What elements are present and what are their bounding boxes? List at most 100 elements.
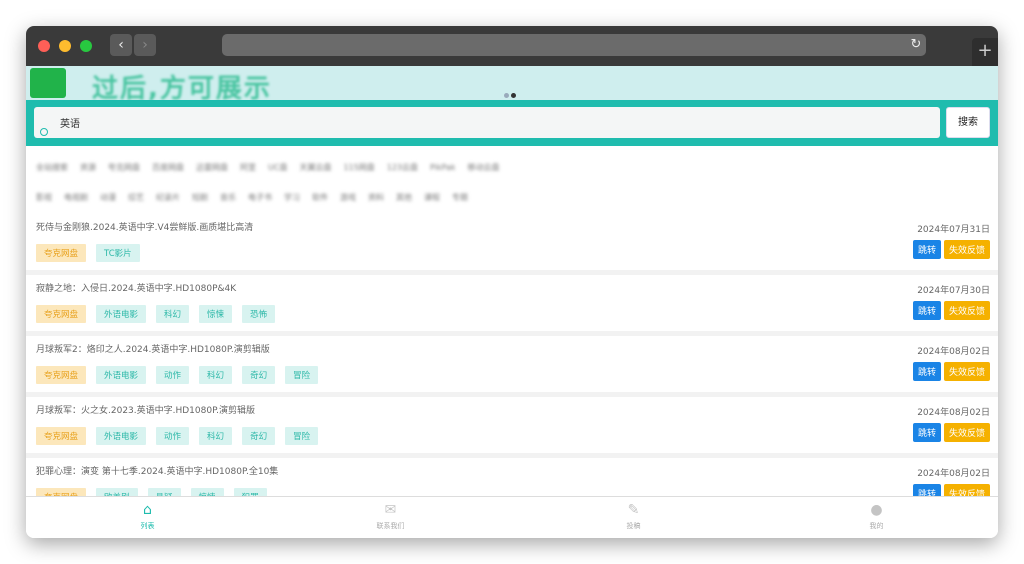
- tab-label: 我的: [869, 522, 884, 530]
- item-title[interactable]: 犯罪心理：演变 第十七季.2024.英语中字.HD1080P.全10集: [36, 464, 988, 477]
- filter-chip[interactable]: 夸克网盘: [108, 162, 140, 173]
- filter-chip[interactable]: 软件: [312, 192, 328, 203]
- filter-chip[interactable]: 资料: [368, 192, 384, 203]
- filter-chip[interactable]: 阿里: [240, 162, 256, 173]
- page-content: 过后,方可展示 搜索 全站搜索资源夸克网盘百度网盘迅雷网盘阿里UC盘天翼云盘11…: [26, 66, 998, 538]
- item-tag[interactable]: 夸克网盘: [36, 427, 87, 445]
- filter-row-category: 影视 电视剧 动漫 综艺 纪录片 短剧 音乐 电子书 学习 软件 游戏 资料 其他 课程 专题: [36, 182, 988, 212]
- report-invalid-button[interactable]: 失效反馈: [943, 240, 990, 259]
- list-item[interactable]: 月球叛军：火之女.2023.英语中字.HD1080P.演剪辑版 2024年08月0…: [26, 397, 998, 453]
- item-tag[interactable]: 科幻: [199, 366, 233, 384]
- item-tag[interactable]: 恐怖: [242, 305, 276, 323]
- filter-chip[interactable]: 电视剧: [64, 192, 88, 203]
- maximize-window-button[interactable]: [80, 40, 92, 52]
- reload-icon[interactable]: ↻: [906, 34, 926, 56]
- jump-button[interactable]: 跳转: [912, 301, 941, 320]
- item-tag[interactable]: 奇幻: [242, 366, 276, 384]
- jump-button[interactable]: 跳转: [912, 423, 941, 442]
- report-invalid-button[interactable]: 失效反馈: [943, 301, 990, 320]
- jump-button[interactable]: 跳转: [912, 362, 941, 381]
- item-tag[interactable]: 夸克网盘: [36, 244, 87, 262]
- filter-chip[interactable]: 短剧: [192, 192, 208, 203]
- item-title[interactable]: 月球叛军2：烙印之人.2024.英语中字.HD1080P.演剪辑版: [36, 342, 988, 355]
- list-item[interactable]: 死侍与金刚狼.2024.英语中字.V4尝鲜版.画质堪比高清 2024年07月31日…: [26, 214, 998, 270]
- filter-chip[interactable]: 迅雷网盘: [196, 162, 228, 173]
- filter-chip[interactable]: 影视: [36, 192, 52, 203]
- report-invalid-button[interactable]: 失效反馈: [943, 362, 990, 381]
- tab-user[interactable]: ● 我的: [755, 497, 998, 538]
- filter-panel: 全站搜索 资源 夸克网盘 百度网盘 迅雷网盘 阿里 UC盘 天翼云盘 115网盘 123云盘 Pik…: [26, 146, 998, 214]
- address-bar[interactable]: [222, 34, 926, 56]
- filter-chip[interactable]: 115网盘: [343, 162, 374, 173]
- edit-icon: ✎: [627, 502, 640, 518]
- item-tag[interactable]: 冒险: [285, 366, 319, 384]
- result-list: 死侍与金刚狼.2024.英语中字.V4尝鲜版.画质堪比高清 2024年07月31日…: [26, 214, 998, 514]
- filter-chip[interactable]: 资源: [80, 162, 96, 173]
- filter-chip[interactable]: 电子书: [248, 192, 272, 203]
- tab-home[interactable]: ⌂ 列表: [26, 497, 269, 538]
- list-item[interactable]: 寂静之地：入侵日.2024.英语中字.HD1080P&4K 2024年07月30日…: [26, 275, 998, 331]
- banner-dot-active[interactable]: [511, 93, 516, 98]
- filter-chip[interactable]: 全站搜索: [36, 162, 68, 173]
- filter-chip[interactable]: 专题: [452, 192, 468, 203]
- item-tag[interactable]: 动作: [156, 366, 190, 384]
- filter-row-source: 全站搜索 资源 夸克网盘 百度网盘 迅雷网盘 阿里 UC盘 天翼云盘 115网盘 123云盘 Pik…: [36, 152, 988, 182]
- back-button[interactable]: ‹: [110, 34, 132, 56]
- search-button[interactable]: 搜索: [946, 107, 990, 138]
- filter-chip[interactable]: 综艺: [128, 192, 144, 203]
- bottom-tab-bar: ⌂ 列表 ✉ 联系我们 ✎ 投稿 ● 我的: [26, 496, 998, 538]
- item-tags: 夸克网盘 外语电影 动作 科幻 奇幻 冒险: [36, 427, 328, 445]
- filter-chip[interactable]: 天翼云盘: [299, 162, 331, 173]
- item-date: 2024年07月31日: [917, 225, 990, 235]
- filter-chip[interactable]: 动漫: [100, 192, 116, 203]
- tab-label: 列表: [140, 522, 155, 530]
- item-tag[interactable]: 外语电影: [96, 305, 147, 323]
- filter-chip[interactable]: PikPak: [430, 163, 456, 172]
- filter-chip[interactable]: 百度网盘: [152, 162, 184, 173]
- item-title[interactable]: 死侍与金刚狼.2024.英语中字.V4尝鲜版.画质堪比高清: [36, 220, 988, 233]
- item-date: 2024年07月30日: [917, 286, 990, 296]
- item-date: 2024年08月02日: [917, 347, 990, 357]
- item-tags: 夸克网盘 外语电影 科幻 惊悚 恐怖: [36, 305, 285, 323]
- item-tag[interactable]: 夸克网盘: [36, 305, 87, 323]
- forward-button[interactable]: ›: [134, 34, 156, 56]
- filter-chip[interactable]: 123云盘: [387, 162, 418, 173]
- tab-label: 联系我们: [376, 522, 405, 530]
- item-title[interactable]: 月球叛军：火之女.2023.英语中字.HD1080P.演剪辑版: [36, 403, 988, 416]
- search-bar: 搜索: [26, 100, 998, 146]
- new-tab-button[interactable]: +: [972, 38, 998, 66]
- item-title[interactable]: 寂静之地：入侵日.2024.英语中字.HD1080P&4K: [36, 281, 988, 294]
- item-tag[interactable]: 外语电影: [96, 427, 147, 445]
- tab-edit[interactable]: ✎ 投稿: [512, 497, 755, 538]
- item-tag[interactable]: 科幻: [199, 427, 233, 445]
- list-item[interactable]: 月球叛军2：烙印之人.2024.英语中字.HD1080P.演剪辑版 2024年08…: [26, 336, 998, 392]
- close-window-button[interactable]: [38, 40, 50, 52]
- filter-chip[interactable]: 纪录片: [156, 192, 180, 203]
- filter-chip[interactable]: 课程: [424, 192, 440, 203]
- filter-chip[interactable]: 音乐: [220, 192, 236, 203]
- tab-mail[interactable]: ✉ 联系我们: [269, 497, 512, 538]
- report-invalid-button[interactable]: 失效反馈: [943, 423, 990, 442]
- user-icon: ●: [870, 502, 883, 518]
- filter-chip[interactable]: 移动云盘: [468, 162, 500, 173]
- filter-chip[interactable]: 学习: [284, 192, 300, 203]
- item-tag[interactable]: 夸克网盘: [36, 366, 87, 384]
- item-tag[interactable]: 奇幻: [242, 427, 276, 445]
- item-actions: 跳转 失效反馈: [912, 240, 990, 259]
- item-tag[interactable]: 科幻: [156, 305, 190, 323]
- banner-dot[interactable]: [504, 93, 509, 98]
- item-tag[interactable]: 冒险: [285, 427, 319, 445]
- filter-chip[interactable]: 其他: [396, 192, 412, 203]
- item-tag[interactable]: 外语电影: [96, 366, 147, 384]
- filter-chip[interactable]: UC盘: [268, 162, 287, 173]
- item-tag[interactable]: 动作: [156, 427, 190, 445]
- filter-chip[interactable]: 游戏: [340, 192, 356, 203]
- banner-logo: [30, 68, 66, 98]
- jump-button[interactable]: 跳转: [912, 240, 941, 259]
- banner[interactable]: 过后,方可展示: [26, 66, 998, 104]
- search-input[interactable]: [34, 107, 940, 138]
- item-tag[interactable]: TC影片: [96, 244, 140, 262]
- minimize-window-button[interactable]: [59, 40, 71, 52]
- item-tag[interactable]: 惊悚: [199, 305, 233, 323]
- browser-window: ‹ › ↻ + 过后,方可展示 搜索 全站搜索资源夸克网盘百度网盘迅雷网盘阿里U…: [26, 26, 998, 538]
